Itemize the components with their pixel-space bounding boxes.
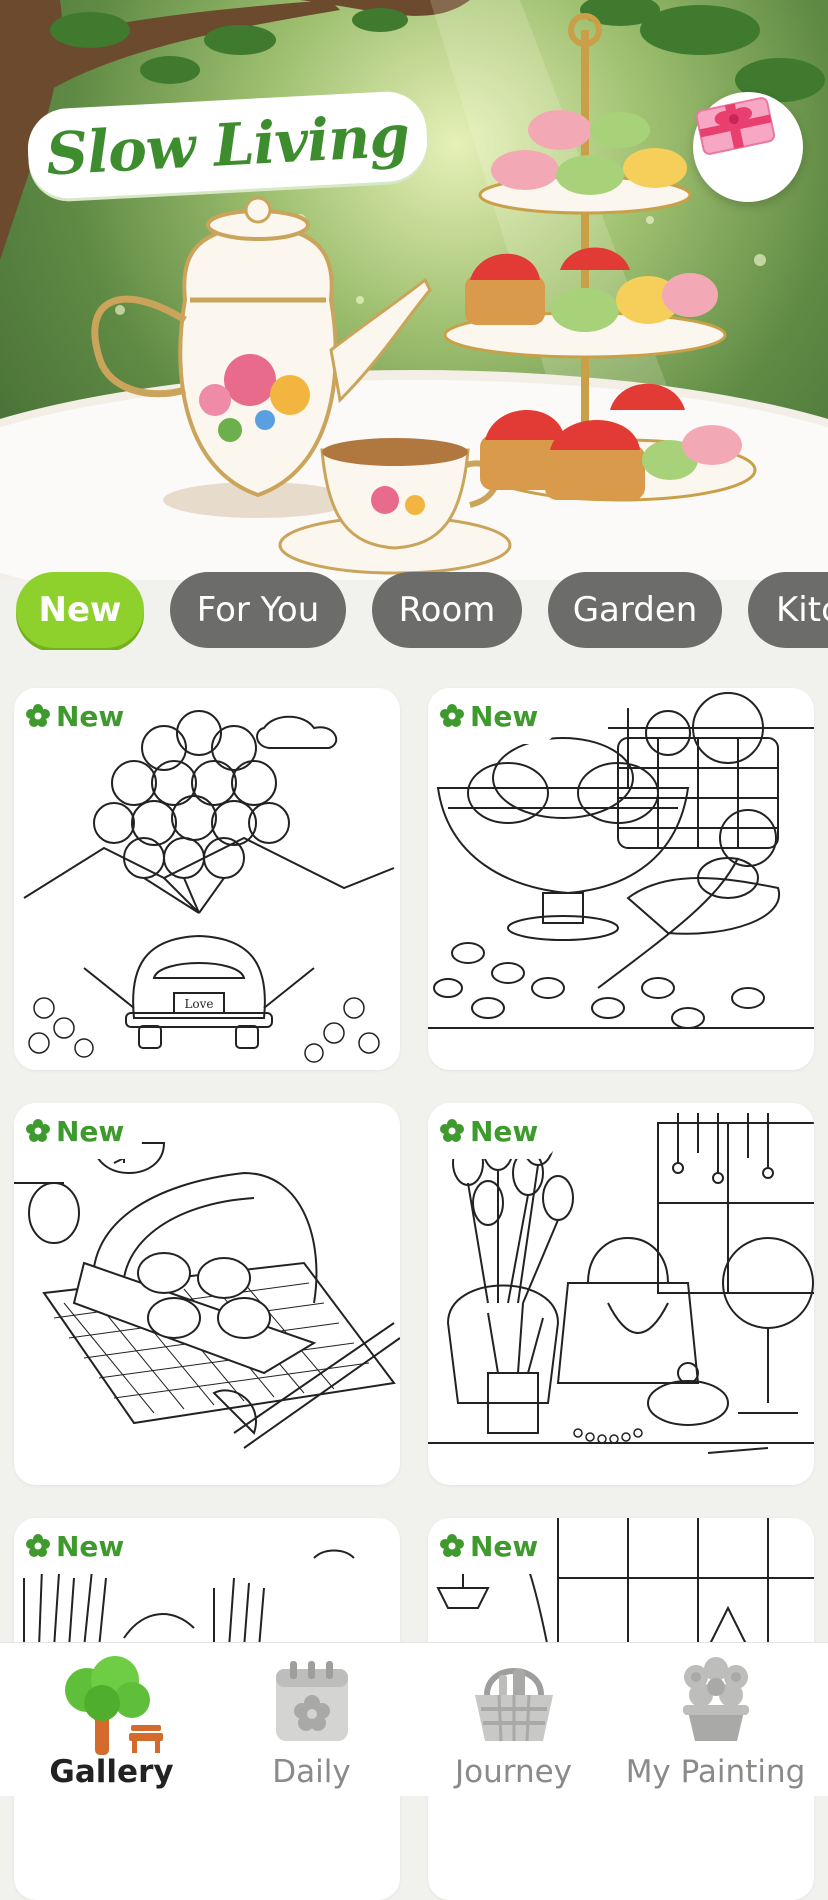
flower-icon [26, 1534, 50, 1557]
tab-label: Room [398, 590, 496, 630]
nav-journey-label: Journey [454, 1754, 573, 1790]
gift-icon [695, 97, 776, 155]
new-badge-label: New [56, 699, 125, 733]
tab-label: Kitc [776, 590, 828, 630]
tab-for-you[interactable]: For You [170, 572, 346, 648]
nav-journey[interactable]: Journey [410, 1643, 617, 1796]
artwork-card[interactable]: New [428, 688, 814, 1070]
flower-icon [440, 704, 464, 727]
flower-icon [26, 704, 50, 727]
new-badge: New [14, 1518, 143, 1574]
artwork-thumbnail: Love [23, 710, 395, 1063]
tab-new[interactable]: New [16, 572, 144, 648]
new-badge: New [14, 1103, 143, 1159]
tab-kitchen[interactable]: Kitc [748, 572, 828, 648]
flower-icon [26, 1119, 50, 1142]
new-badge: New [14, 688, 143, 744]
tab-room[interactable]: Room [372, 572, 522, 648]
nav-gallery-label: Gallery [49, 1754, 174, 1790]
gift-button[interactable] [693, 92, 803, 202]
bottom-navigation: Gallery Daily Journey My Painting [0, 1642, 828, 1796]
category-tabs: New For You Room Garden Kitc [0, 572, 828, 650]
new-badge-label: New [470, 1529, 539, 1563]
new-badge-label: New [56, 1114, 125, 1148]
flower-icon [440, 1119, 464, 1142]
love-plate-text: Love [184, 997, 213, 1011]
tab-garden[interactable]: Garden [548, 572, 722, 648]
artwork-thumbnail [14, 1142, 400, 1449]
nav-gallery[interactable]: Gallery [8, 1643, 215, 1796]
new-badge-label: New [470, 1114, 539, 1148]
nav-my-painting-label: My Painting [625, 1754, 806, 1790]
new-badge: New [428, 1103, 557, 1159]
new-badge: New [428, 1518, 557, 1574]
app-title: Slow Living [44, 101, 411, 189]
flower-pot-icon [682, 1657, 749, 1741]
nav-daily-label: Daily [272, 1754, 351, 1790]
tab-label: New [38, 590, 122, 630]
nav-daily[interactable]: Daily [208, 1643, 415, 1796]
tab-label: Garden [572, 590, 698, 630]
basket-icon [474, 1668, 553, 1742]
artwork-card[interactable]: New [14, 1103, 400, 1485]
flower-icon [440, 1534, 464, 1557]
new-badge-label: New [56, 1529, 125, 1563]
calendar-icon [275, 1661, 348, 1741]
artwork-card[interactable]: Love New [14, 688, 400, 1070]
tab-label: For You [196, 590, 320, 630]
artwork-thumbnail [428, 692, 814, 1029]
hero-illustration [0, 0, 828, 580]
new-badge-label: New [470, 699, 539, 733]
hero-banner[interactable]: Slow Living [0, 0, 828, 580]
artwork-thumbnail [428, 1113, 814, 1454]
new-badge: New [428, 688, 557, 744]
nav-my-painting[interactable]: My Painting [612, 1643, 819, 1796]
tree-icon [64, 1656, 163, 1755]
artwork-card[interactable]: New [428, 1103, 814, 1485]
